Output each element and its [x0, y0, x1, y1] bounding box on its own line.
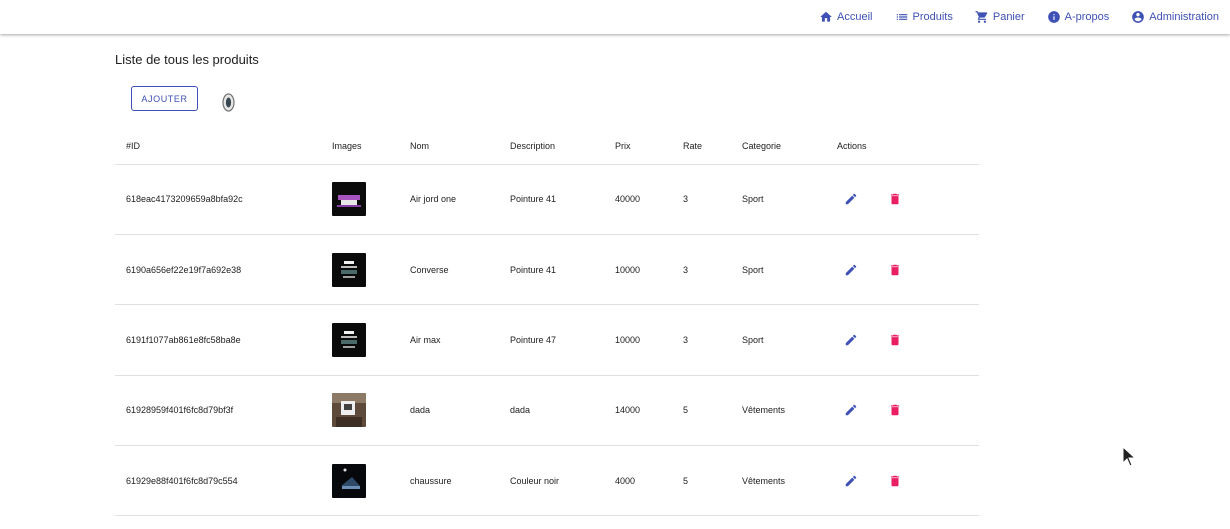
- cell-categorie: Vêtements: [731, 445, 826, 517]
- cart-icon: [975, 11, 988, 23]
- cell-description: Pointure 47: [499, 304, 604, 376]
- cell-categorie: Vêtements: [731, 375, 826, 447]
- add-product-button[interactable]: AJOUTER: [131, 86, 198, 111]
- cell-rate: 5: [672, 375, 731, 447]
- list-icon: [896, 14, 907, 20]
- nav-accueil-label: Accueil: [837, 11, 873, 23]
- table-row: 61929e88f401f6fc8d79c554 chaussure Coule…: [115, 445, 979, 517]
- header-nom: Nom: [399, 128, 499, 165]
- cell-description: Pointure 41: [499, 234, 604, 306]
- cell-id: 6190a656ef22e19f7a692e38: [115, 234, 321, 306]
- header-actions: Actions: [826, 128, 979, 165]
- nav-apropos[interactable]: A-propos: [1047, 7, 1110, 27]
- cell-rate: 3: [672, 304, 731, 376]
- cell-categorie: Sport: [731, 234, 826, 306]
- table-header-row: #ID Images Nom Description Prix Rate Cat…: [115, 128, 979, 165]
- trash-icon: [890, 264, 900, 275]
- edit-button[interactable]: [843, 332, 859, 348]
- edit-button[interactable]: [843, 473, 859, 489]
- table-row: 618eac4173209659a8bfa92c Air jord one Po…: [115, 164, 979, 235]
- cell-categorie: Sport: [731, 304, 826, 376]
- nav-produits-label: Produits: [912, 11, 953, 23]
- cell-id: 618eac4173209659a8bfa92c: [115, 164, 321, 235]
- nav-produits[interactable]: Produits: [895, 7, 953, 27]
- delete-button[interactable]: [887, 473, 903, 489]
- nav-administration-label: Administration: [1149, 11, 1219, 23]
- home-icon: [820, 11, 832, 22]
- header-rate: Rate: [672, 128, 731, 165]
- cell-description: Couleur noir: [499, 445, 604, 517]
- top-navbar: Accueil Produits Panier A-propos Adminis…: [0, 0, 1230, 34]
- product-image: [332, 322, 366, 357]
- cell-nom: chaussure: [399, 445, 499, 517]
- header-description: Description: [499, 128, 604, 165]
- cell-id: 61929e88f401f6fc8d79c554: [115, 445, 321, 517]
- trash-icon: [890, 405, 900, 416]
- header-images: Images: [321, 128, 399, 165]
- pencil-icon: [845, 334, 857, 346]
- delete-button[interactable]: [887, 332, 903, 348]
- product-image: [332, 393, 366, 428]
- products-table: #ID Images Nom Description Prix Rate Cat…: [115, 128, 979, 517]
- table-row: 6191f1077ab861e8fc58ba8e Air max Pointur…: [115, 304, 979, 376]
- account-circle-icon: [1132, 11, 1145, 23]
- nav-administration[interactable]: Administration: [1131, 7, 1219, 27]
- cell-nom: Air max: [399, 304, 499, 376]
- pencil-icon: [845, 405, 857, 416]
- product-image: [332, 463, 366, 498]
- cell-prix: 10000: [604, 234, 672, 306]
- pencil-icon: [845, 193, 857, 205]
- pencil-icon: [845, 264, 857, 275]
- cell-id: 6191f1077ab861e8fc58ba8e: [115, 304, 321, 376]
- cell-rate: 5: [672, 445, 731, 517]
- page-title: Liste de tous les produits: [115, 52, 259, 67]
- info-icon: [1047, 11, 1060, 23]
- nav-apropos-label: A-propos: [1064, 11, 1110, 23]
- table-row: 6190a656ef22e19f7a692e38 Converse Pointu…: [115, 234, 979, 306]
- header-id: #ID: [115, 128, 321, 165]
- product-image: [332, 252, 366, 287]
- delete-button[interactable]: [887, 262, 903, 278]
- trash-icon: [890, 334, 900, 346]
- nav-panier-label: Panier: [992, 11, 1025, 23]
- cell-rate: 3: [672, 234, 731, 306]
- trash-icon: [890, 193, 900, 205]
- cell-nom: Converse: [399, 234, 499, 306]
- nav-accueil[interactable]: Accueil: [819, 7, 873, 27]
- cell-rate: 3: [672, 164, 731, 235]
- header-categorie: Categorie: [731, 128, 826, 165]
- trash-icon: [890, 475, 900, 486]
- delete-button[interactable]: [887, 402, 903, 418]
- pencil-icon: [845, 475, 857, 486]
- table-row: 61928959f401f6fc8d79bf3f dada dada 14000…: [115, 375, 979, 447]
- edit-button[interactable]: [843, 262, 859, 278]
- mouse-cursor-icon: [1122, 446, 1136, 467]
- delete-button[interactable]: [887, 191, 903, 207]
- cell-prix: 10000: [604, 304, 672, 376]
- header-prix: Prix: [604, 128, 672, 165]
- cell-prix: 14000: [604, 375, 672, 447]
- nav-panier[interactable]: Panier: [975, 7, 1025, 27]
- edit-button[interactable]: [843, 402, 859, 418]
- cell-nom: Air jord one: [399, 164, 499, 235]
- cell-nom: dada: [399, 375, 499, 447]
- spinner-icon: [222, 93, 235, 112]
- cell-prix: 40000: [604, 164, 672, 235]
- cell-id: 61928959f401f6fc8d79bf3f: [115, 375, 321, 447]
- cell-description: dada: [499, 375, 604, 447]
- cell-description: Pointure 41: [499, 164, 604, 235]
- edit-button[interactable]: [843, 191, 859, 207]
- cell-categorie: Sport: [731, 164, 826, 235]
- product-image: [332, 182, 366, 217]
- cell-prix: 4000: [604, 445, 672, 517]
